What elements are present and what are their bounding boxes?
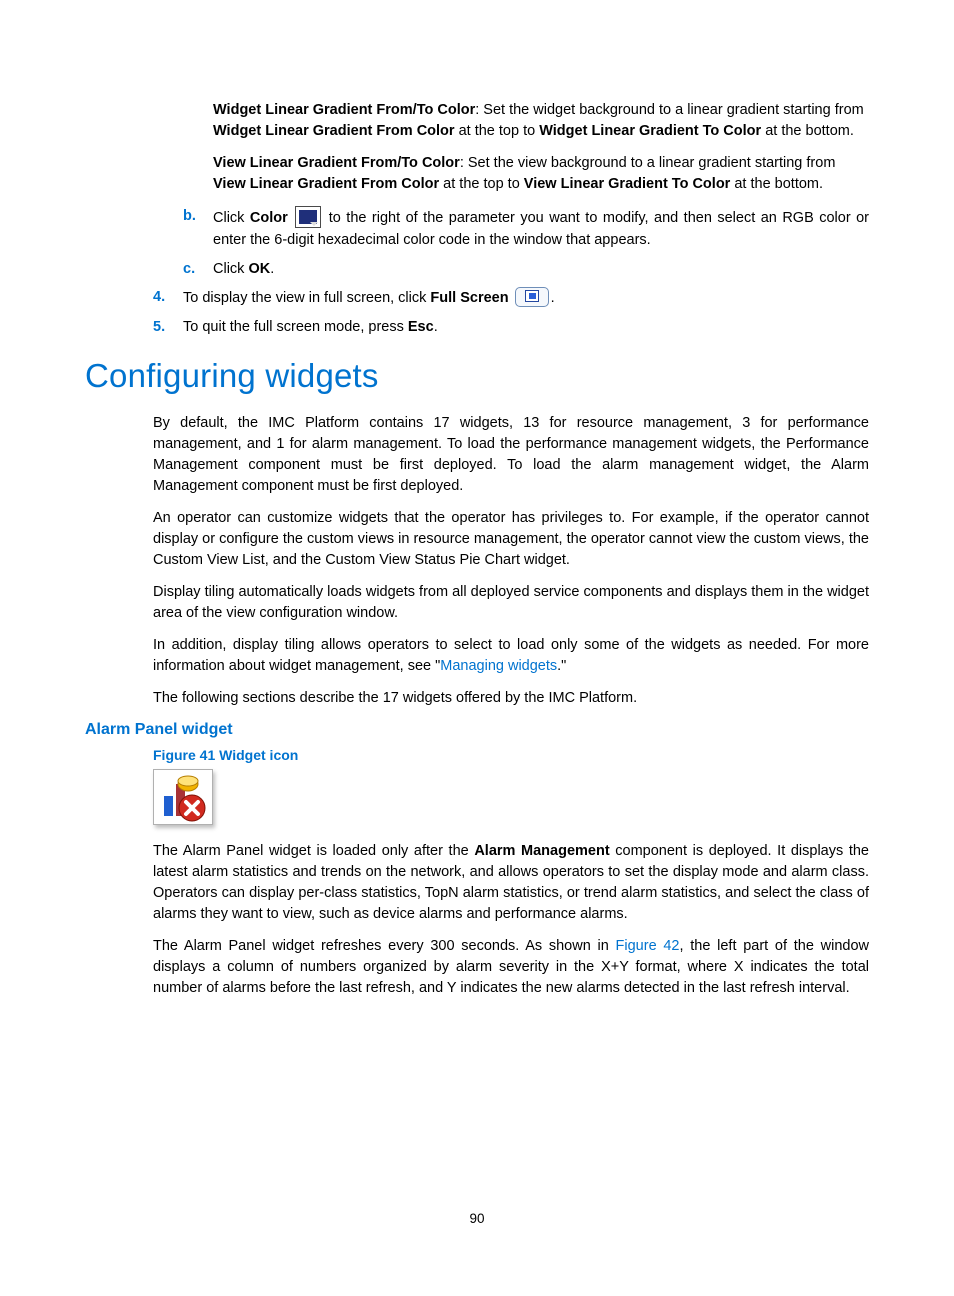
text: To quit the full screen mode, press [183, 319, 408, 335]
figure-caption: Figure 41 Widget icon [153, 747, 869, 763]
paragraph: In addition, display tiling allows opera… [153, 635, 869, 677]
text: . [270, 261, 274, 277]
bold-text: View Linear Gradient To Color [524, 176, 731, 192]
bold-text: Full Screen [430, 290, 508, 306]
paragraph: By default, the IMC Platform contains 17… [153, 413, 869, 497]
para-widget-gradient: Widget Linear Gradient From/To Color: Se… [213, 100, 869, 142]
bold-text: Widget Linear Gradient From/To Color [213, 102, 475, 118]
step-body: To quit the full screen mode, press Esc. [183, 317, 869, 339]
page-number: 90 [0, 1211, 954, 1226]
text: . [434, 319, 438, 335]
text: at the bottom. [730, 176, 823, 192]
bold-text: View Linear Gradient From/To Color [213, 155, 460, 171]
text: The Alarm Panel widget refreshes every 3… [153, 938, 616, 954]
substep-b: b. Click Color to the right of the param… [183, 206, 869, 252]
step-5: 5. To quit the full screen mode, press E… [153, 317, 869, 339]
paragraph: The following sections describe the 17 w… [153, 688, 869, 709]
paragraph: Display tiling automatically loads widge… [153, 582, 869, 624]
bold-text: Alarm Management [474, 843, 609, 859]
text: Click [213, 261, 248, 277]
substep-marker: b. [183, 206, 213, 228]
bold-text: Widget Linear Gradient To Color [539, 123, 761, 139]
text: : Set the view background to a linear gr… [460, 155, 836, 171]
substep-body: Click Color to the right of the paramete… [213, 206, 869, 252]
step-4: 4. To display the view in full screen, c… [153, 287, 869, 310]
text: ." [557, 658, 566, 674]
bold-text: OK [248, 261, 270, 277]
paragraph: The Alarm Panel widget is loaded only af… [153, 841, 869, 925]
substep-c: c. Click OK. [183, 259, 869, 281]
link-figure-42[interactable]: Figure 42 [616, 938, 680, 954]
heading-configuring-widgets: Configuring widgets [85, 357, 869, 395]
text: : Set the widget background to a linear … [475, 102, 864, 118]
color-picker-icon [295, 206, 321, 228]
bold-text: Widget Linear Gradient From Color [213, 123, 455, 139]
text: at the top to [455, 123, 540, 139]
para-view-gradient: View Linear Gradient From/To Color: Set … [213, 153, 869, 195]
fullscreen-icon [515, 287, 549, 307]
bold-text: Esc [408, 319, 434, 335]
text: . [551, 290, 555, 306]
text: at the bottom. [761, 123, 854, 139]
step-marker: 4. [153, 287, 183, 309]
text: Click [213, 210, 250, 226]
heading-alarm-panel-widget: Alarm Panel widget [85, 721, 869, 739]
text: at the top to [439, 176, 524, 192]
text: The Alarm Panel widget is loaded only af… [153, 843, 474, 859]
step-marker: 5. [153, 317, 183, 339]
paragraph: The Alarm Panel widget refreshes every 3… [153, 936, 869, 999]
widget-alarm-panel-icon [153, 769, 213, 825]
paragraph: An operator can customize widgets that t… [153, 508, 869, 571]
text: To display the view in full screen, clic… [183, 290, 430, 306]
link-managing-widgets[interactable]: Managing widgets [440, 658, 557, 674]
bold-text: View Linear Gradient From Color [213, 176, 439, 192]
substep-body: Click OK. [213, 259, 869, 281]
bold-text: Color [250, 210, 288, 226]
substep-marker: c. [183, 259, 213, 281]
step-body: To display the view in full screen, clic… [183, 287, 869, 310]
